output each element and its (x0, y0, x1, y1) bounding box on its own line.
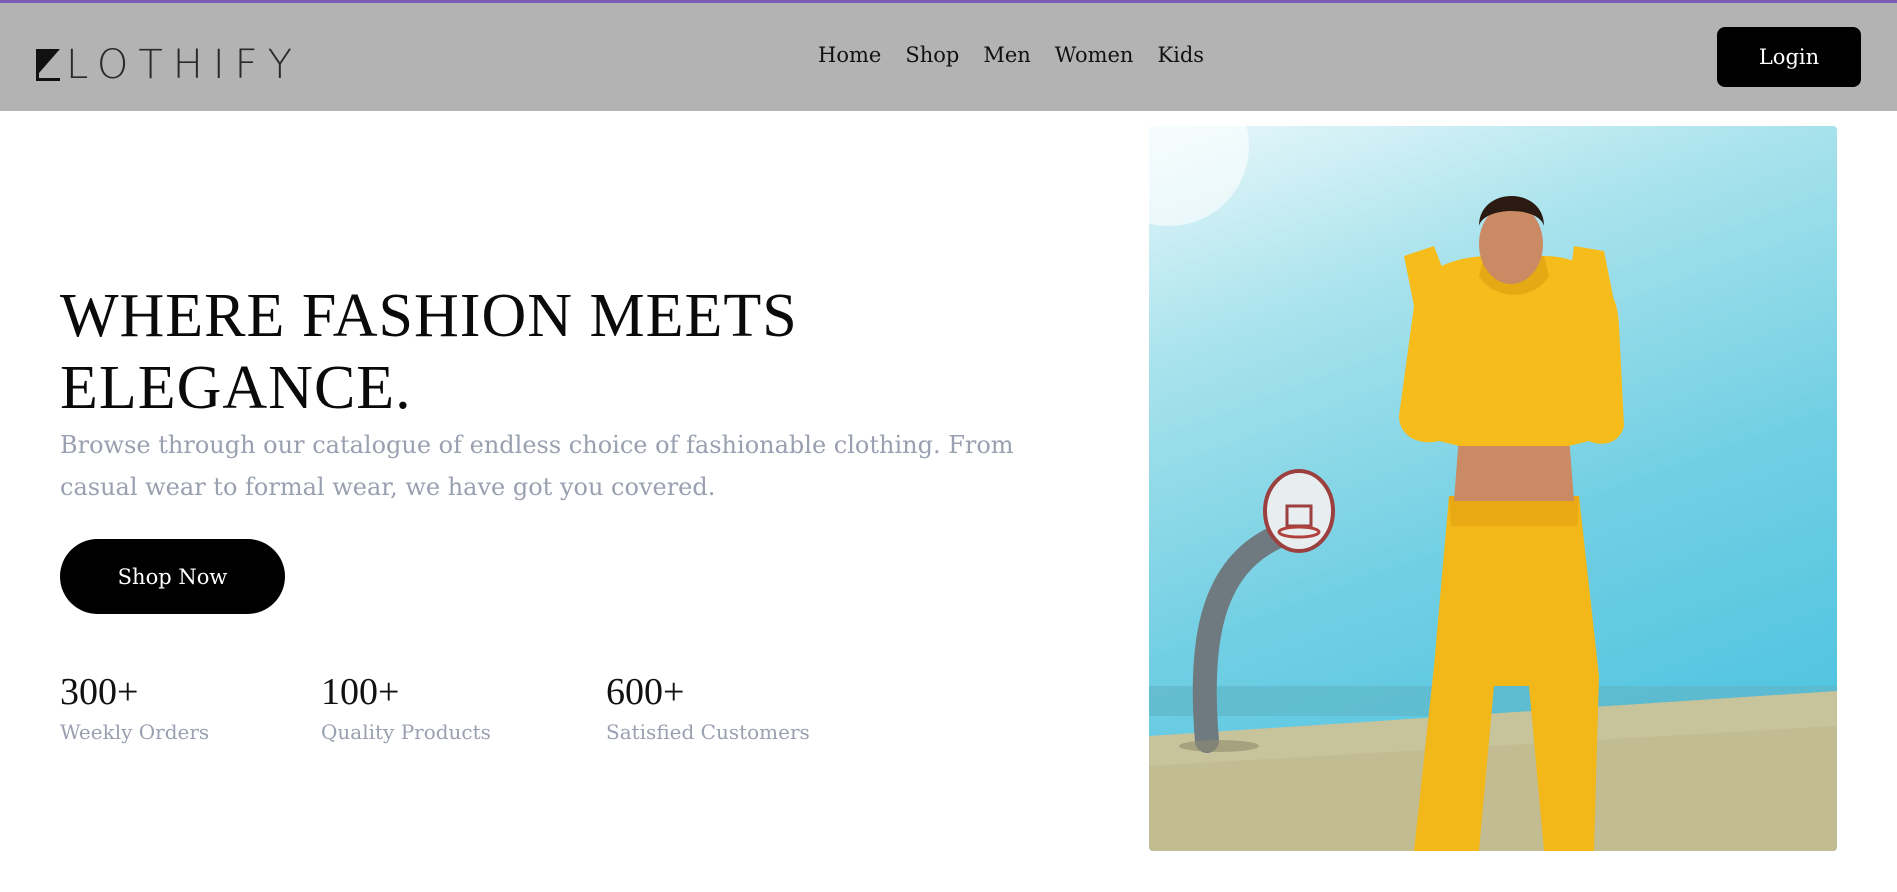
stat-label: Satisfied Customers (606, 720, 810, 744)
main-nav: Home Shop Men Women Kids (818, 43, 1204, 67)
brand-name: LOTHIFY (66, 42, 303, 88)
hero-title: WHERE FASHION MEETS ELEGANCE. (60, 282, 798, 422)
nav-link-kids[interactable]: Kids (1157, 43, 1204, 67)
brand-logo[interactable]: LOTHIFY (36, 42, 303, 88)
stat-label: Weekly Orders (60, 720, 210, 744)
hero-photo-illustration (1149, 126, 1837, 851)
stat-quality-products: 100+ Quality Products (321, 670, 581, 744)
navbar: LOTHIFY Home Shop Men Women Kids Login (0, 3, 1897, 111)
stat-satisfied-customers: 600+ Satisfied Customers (606, 670, 866, 744)
nav-link-men[interactable]: Men (983, 43, 1030, 67)
nav-link-shop[interactable]: Shop (905, 43, 959, 67)
stat-value: 300+ (60, 671, 139, 713)
stat-value: 600+ (606, 671, 685, 713)
logo-mark-icon (36, 49, 62, 81)
hero-image (1149, 126, 1837, 851)
stat-label: Quality Products (321, 720, 491, 744)
stat-value: 100+ (321, 671, 400, 713)
nav-link-women[interactable]: Women (1055, 43, 1134, 67)
hero-subtitle: Browse through our catalogue of endless … (60, 431, 1014, 501)
stat-weekly-orders: 300+ Weekly Orders (60, 670, 320, 744)
shop-now-button[interactable]: Shop Now (60, 539, 285, 614)
login-button[interactable]: Login (1717, 27, 1861, 87)
nav-link-home[interactable]: Home (818, 43, 881, 67)
